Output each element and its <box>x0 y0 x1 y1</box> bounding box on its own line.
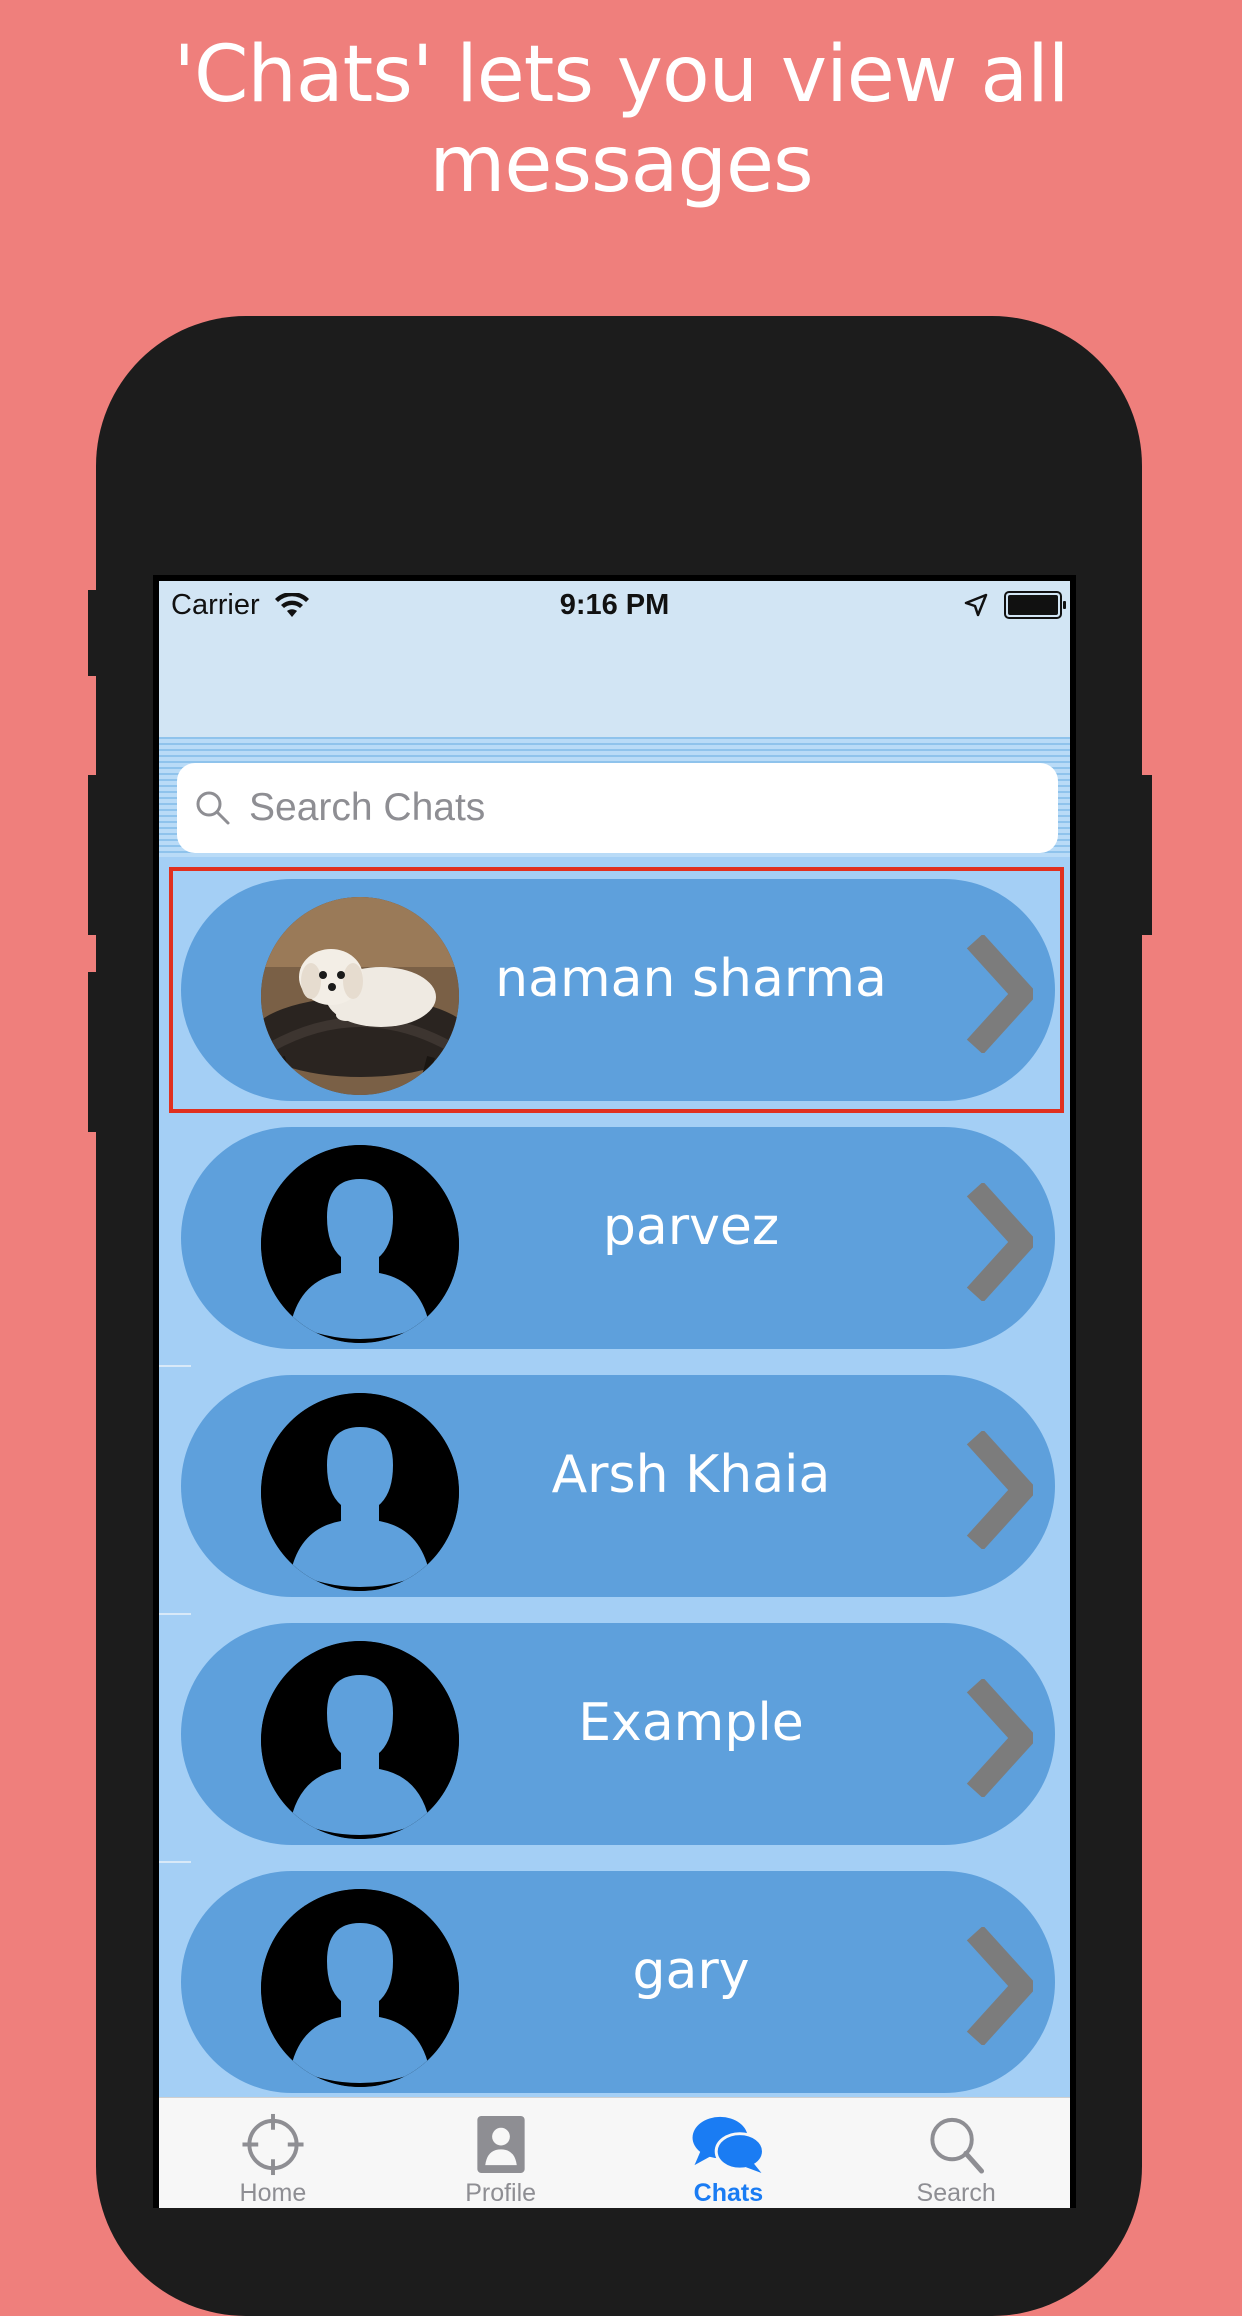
chat-name: naman sharma <box>495 949 887 1009</box>
chevron-right-icon <box>966 1431 1033 1549</box>
phone-side-button-power <box>1136 775 1152 935</box>
chat-row[interactable]: Example <box>159 1615 1070 1855</box>
search-bar-area <box>159 737 1070 857</box>
app-screen: Carrier 9:16 PM Search Chats naman sharm… <box>159 581 1070 2208</box>
chat-row[interactable]: parvez <box>159 1119 1070 1359</box>
chat-row-pill[interactable]: Example <box>181 1623 1055 1845</box>
person-silhouette-icon <box>261 1889 459 2087</box>
magnifier-icon <box>930 2117 985 2174</box>
phone-side-button-volume-down <box>88 972 102 1132</box>
tab-label: Search <box>916 2179 996 2207</box>
contact-card-icon <box>476 2115 525 2174</box>
person-silhouette-icon <box>261 1641 459 1839</box>
avatar <box>261 897 459 1095</box>
chat-name: parvez <box>602 1197 780 1257</box>
phone-screen: Carrier 9:16 PM Search Chats naman sharm… <box>153 575 1076 2208</box>
chat-row-pill[interactable]: naman sharma <box>181 879 1055 1101</box>
dog-photo-avatar <box>261 897 459 1095</box>
status-bar: Carrier 9:16 PM <box>159 581 1070 737</box>
avatar <box>261 1889 459 2087</box>
caption-title: 'Chats' lets you view all messages <box>173 30 1070 210</box>
tab-label: Chats <box>693 2179 764 2207</box>
crosshair-icon <box>242 2113 304 2176</box>
chat-bubbles-icon <box>692 2116 766 2174</box>
tab-search[interactable]: Search <box>842 2098 1070 2208</box>
avatar <box>261 1393 459 1591</box>
location-arrow-icon <box>964 593 988 617</box>
chat-row[interactable]: naman sharma <box>159 867 1070 1113</box>
chat-row-pill[interactable]: Arsh Khaia <box>181 1375 1055 1597</box>
person-silhouette-icon <box>261 1393 459 1591</box>
person-silhouette-icon <box>261 1145 459 1343</box>
chat-row[interactable]: gary <box>159 1863 1070 2103</box>
chevron-right-icon <box>966 935 1033 1053</box>
chat-row-pill[interactable]: gary <box>181 1871 1055 2093</box>
chat-name: gary <box>632 1941 750 2001</box>
chevron-right-icon <box>966 1183 1033 1301</box>
phone-side-button-mute <box>88 590 102 676</box>
tab-chats[interactable]: Chats <box>615 2098 843 2208</box>
tab-home[interactable]: Home <box>159 2098 387 2208</box>
tab-label: Profile <box>465 2179 537 2207</box>
chat-name: Arsh Khaia <box>551 1445 831 1505</box>
chat-row-pill[interactable]: parvez <box>181 1127 1055 1349</box>
avatar <box>261 1641 459 1839</box>
chat-row[interactable]: Arsh Khaia <box>159 1367 1070 1607</box>
battery-icon <box>1004 591 1066 619</box>
status-right <box>964 591 1066 619</box>
tab-label: Home <box>239 2179 307 2207</box>
search-icon <box>196 791 230 825</box>
search-box[interactable] <box>177 763 1058 853</box>
chevron-right-icon <box>966 1927 1033 2045</box>
tab-profile[interactable]: Profile <box>387 2098 615 2208</box>
chevron-right-icon <box>966 1679 1033 1797</box>
phone-side-button-volume-up <box>88 775 102 935</box>
status-time: 9:16 PM <box>559 589 670 621</box>
avatar <box>261 1145 459 1343</box>
chat-name: Example <box>578 1693 804 1753</box>
tab-bar: Home Profile Chats Search <box>159 2097 1070 2208</box>
search-input[interactable] <box>247 785 851 831</box>
